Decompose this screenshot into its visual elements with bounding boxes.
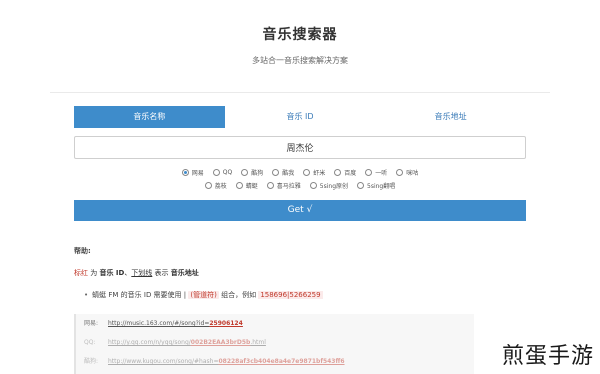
header-divider <box>50 92 550 93</box>
header: 音乐搜索器 多站合一音乐搜索解决方案 <box>0 0 600 92</box>
radio-icon <box>181 169 189 176</box>
source-option-migu[interactable]: 咪咕 <box>396 168 418 177</box>
example-row-qq: QQ: http://y.qq.com/n/yqq/song/002B2EAA3b… <box>84 339 266 346</box>
source-radio-group: 网易 QQ 酷狗 酷我 虾米 百度 一听 咪咕 荔枝 蜻蜓 喜马拉雅 5sing… <box>74 166 526 192</box>
source-option-xiami[interactable]: 虾米 <box>303 168 325 177</box>
help-bullet-qingting: 蜻蜓 FM 的音乐 ID 需要使用 | (管道符) 组合，例如 158696|5… <box>84 290 323 300</box>
watermark-logo: 煎蛋手游 <box>501 344 594 369</box>
source-option-netease[interactable]: 网易 <box>181 168 204 177</box>
search-input[interactable] <box>74 136 526 159</box>
example-urls-block: 网易: http://music.163.com/#/song?id=259061… <box>74 314 474 374</box>
source-option-qingting[interactable]: 蜻蜓 <box>235 181 258 190</box>
radio-icon <box>396 169 404 176</box>
page-title: 音乐搜索器 <box>262 27 338 43</box>
page-subtitle: 多站合一音乐搜索解决方案 <box>252 56 348 65</box>
help-title: 帮助: <box>74 247 91 255</box>
source-option-qq[interactable]: QQ <box>212 169 232 176</box>
radio-icon <box>334 169 342 176</box>
radio-icon <box>357 182 365 189</box>
example-row-kugou: 酷狗: http://www.kugou.com/song/#hash=08228… <box>84 358 345 365</box>
tab-music-id[interactable]: 音乐 ID <box>224 106 376 128</box>
source-option-5sing-original[interactable]: 5sing原创 <box>309 181 348 190</box>
source-option-baidu[interactable]: 百度 <box>334 168 356 177</box>
radio-icon <box>241 169 249 176</box>
source-row-2: 荔枝 蜻蜓 喜马拉雅 5sing原创 5sing翻唱 <box>74 179 526 192</box>
source-option-ximalaya[interactable]: 喜马拉雅 <box>266 181 301 190</box>
source-option-kuwo[interactable]: 酷我 <box>272 168 294 177</box>
radio-icon <box>272 169 280 176</box>
radio-icon <box>309 182 317 189</box>
help-legend: 标红 为 音乐 ID、下划线 表示 音乐地址 <box>74 269 199 277</box>
source-option-lizhi[interactable]: 荔枝 <box>204 181 227 190</box>
help-section: 帮助: 标红 为 音乐 ID、下划线 表示 音乐地址 蜻蜓 FM 的音乐 ID … <box>74 246 544 299</box>
radio-icon <box>204 182 212 189</box>
example-row-netease: 网易: http://music.163.com/#/song?id=259061… <box>84 320 243 327</box>
source-option-kugou[interactable]: 酷狗 <box>241 168 263 177</box>
example-link[interactable]: http://y.qq.com/n/yqq/song/002B2EAA3brD5… <box>108 339 266 346</box>
get-button[interactable]: Get √ <box>74 200 526 221</box>
search-type-tabs: 音乐名称 音乐 ID 音乐地址 <box>74 106 527 128</box>
radio-icon <box>212 169 220 176</box>
radio-icon <box>303 169 311 176</box>
example-link[interactable]: http://music.163.com/#/song?id=25906124 <box>108 320 243 327</box>
radio-icon <box>266 182 274 189</box>
example-link[interactable]: http://www.kugou.com/song/#hash=08228af3… <box>108 358 345 365</box>
tab-music-url[interactable]: 音乐地址 <box>375 106 527 128</box>
tab-music-name[interactable]: 音乐名称 <box>74 106 225 128</box>
radio-icon <box>365 169 373 176</box>
source-option-1ting[interactable]: 一听 <box>365 168 387 177</box>
radio-icon <box>235 182 243 189</box>
source-option-5sing-cover[interactable]: 5sing翻唱 <box>357 181 395 190</box>
source-row-1: 网易 QQ 酷狗 酷我 虾米 百度 一听 咪咕 <box>74 166 526 179</box>
